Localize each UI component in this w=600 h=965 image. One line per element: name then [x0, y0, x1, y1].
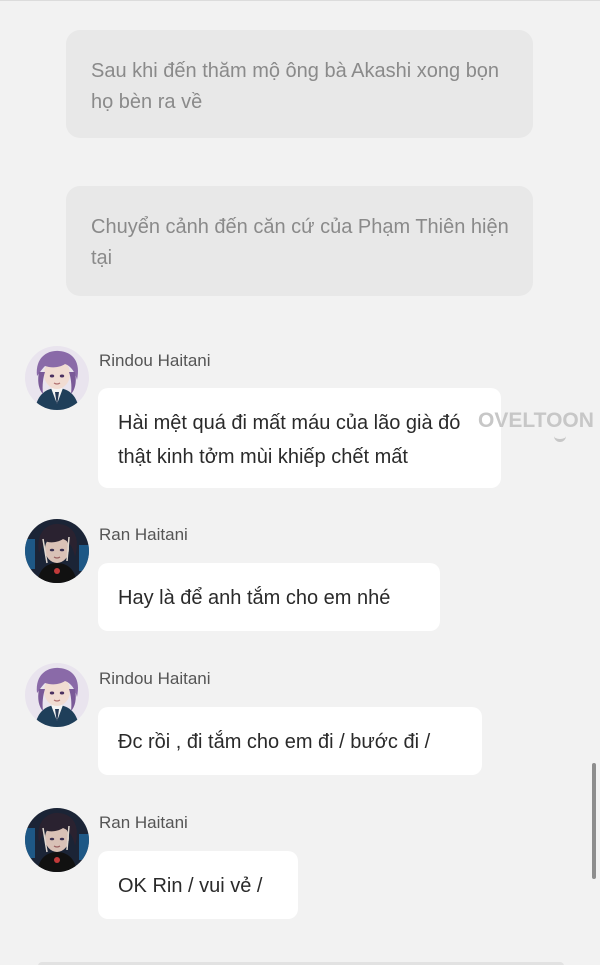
- sender-name: Ran Haitani: [99, 813, 188, 832]
- chat-screen: Sau khi đến thăm mộ ông bà Akashi xong b…: [0, 0, 600, 965]
- scrollbar[interactable]: [592, 763, 596, 879]
- rindou-avatar[interactable]: [25, 346, 89, 410]
- message-bubble[interactable]: Đc rồi , đi tắm cho em đi / bước đi /: [98, 707, 482, 775]
- sender-name: Ran Haitani: [99, 525, 188, 544]
- watermark: OVELTOON: [478, 409, 594, 432]
- message-text: OK Rin / vui vẻ /: [118, 875, 263, 897]
- message-bubble[interactable]: Hài mệt quá đi mất máu của lão già đó th…: [98, 388, 501, 488]
- rindou-avatar[interactable]: [25, 663, 89, 727]
- narration-box: Sau khi đến thăm mộ ông bà Akashi xong b…: [66, 30, 533, 138]
- message-text: Đc rồi , đi tắm cho em đi / bước đi /: [118, 731, 431, 753]
- message-text: Hài mệt quá đi mất máu của lão già đó th…: [118, 412, 461, 468]
- narration-text: Chuyển cảnh đến căn cứ của Phạm Thiên hi…: [91, 216, 509, 269]
- message-bubble[interactable]: OK Rin / vui vẻ /: [98, 851, 298, 919]
- ran-avatar[interactable]: [25, 808, 89, 872]
- sender-name: Rindou Haitani: [99, 351, 211, 370]
- sender-name: Rindou Haitani: [99, 669, 211, 688]
- ran-avatar[interactable]: [25, 519, 89, 583]
- message-bubble[interactable]: Hay là để anh tắm cho em nhé: [98, 563, 440, 631]
- narration-box: Chuyển cảnh đến căn cứ của Phạm Thiên hi…: [66, 186, 533, 296]
- narration-text: Sau khi đến thăm mộ ông bà Akashi xong b…: [91, 60, 500, 113]
- watermark-smile-icon: [554, 432, 566, 442]
- message-text: Hay là để anh tắm cho em nhé: [118, 587, 391, 609]
